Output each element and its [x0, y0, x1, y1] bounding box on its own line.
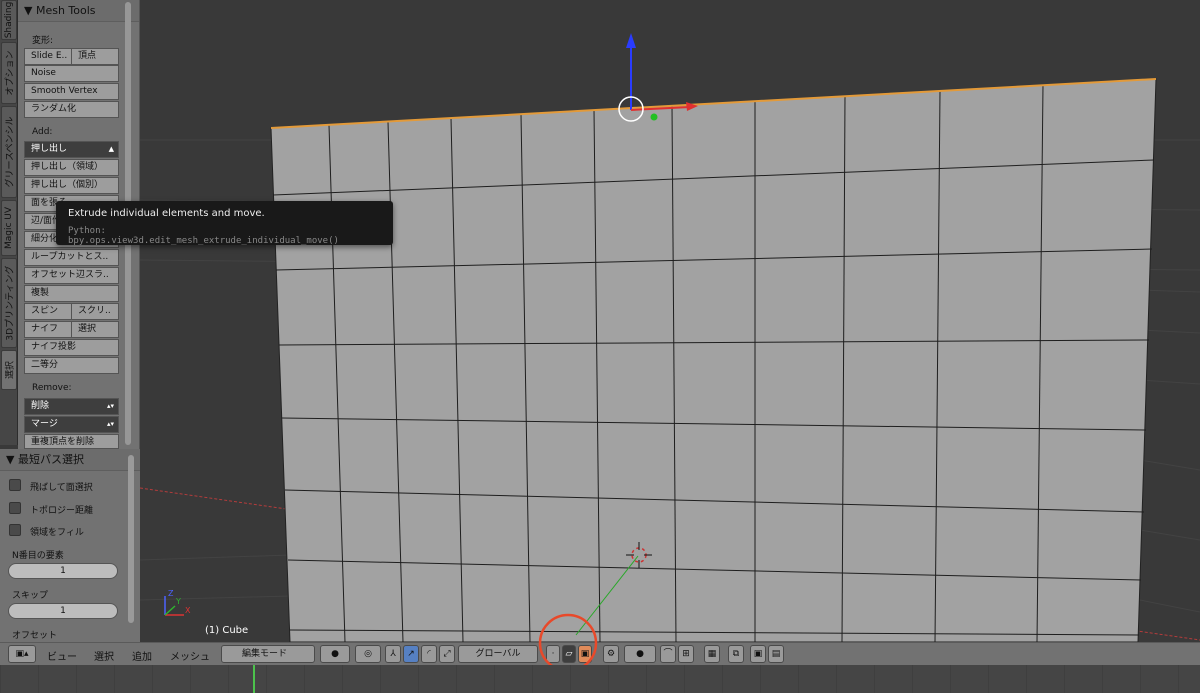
menu-view[interactable]: ビュー: [47, 648, 77, 663]
axis-z-label: Z: [168, 589, 174, 598]
duplicate-button[interactable]: 複製: [24, 285, 119, 302]
remove-doubles-button[interactable]: 重複頂点を削除: [24, 434, 119, 449]
orientation-label: グローバル: [475, 649, 521, 659]
timeline[interactable]: [0, 665, 1200, 693]
shortest-path-header[interactable]: ▼ 最短パス選択: [0, 449, 140, 471]
tab-label: 3Dプリンティング: [5, 265, 16, 341]
extrude-region-button[interactable]: 押し出し（領域）: [24, 159, 119, 176]
extrude-dropdown[interactable]: 押し出し ▲: [24, 141, 119, 158]
orientation-dropdown[interactable]: グローバル: [458, 645, 538, 663]
knife-project-button[interactable]: ナイフ投影: [24, 339, 119, 356]
rotate-icon[interactable]: ◜: [421, 645, 437, 663]
menu-mesh[interactable]: メッシュ: [170, 648, 210, 663]
extrude-label: 押し出し: [31, 144, 68, 154]
mode-label: 編集モード: [242, 649, 288, 659]
snap-toggle-icon[interactable]: ⌒: [660, 645, 676, 663]
topology-distance-label: トポロジー距離: [30, 506, 94, 516]
proportional-edit-dropdown[interactable]: ●: [624, 645, 656, 663]
offset-label: オフセット: [12, 631, 58, 641]
randomize-button[interactable]: ランダム化: [24, 101, 119, 118]
panel-title: 最短パス選択: [17, 453, 84, 466]
tab-label: グリースペンシル: [5, 116, 16, 188]
tooltip-description: Extrude individual elements and move.: [68, 208, 265, 219]
opengl-render-icon[interactable]: ⧉: [728, 645, 744, 663]
axis-x-label: X: [185, 606, 191, 615]
updown-arrow-icon: ▴▾: [106, 402, 114, 410]
tab-label: Shading: [4, 1, 14, 39]
snap-element-icon[interactable]: ⊞: [678, 645, 694, 663]
tooltip-python: Python: bpy.ops.view3d.edit_mesh_extrude…: [68, 226, 339, 246]
shortest-path-panel: ▼ 最短パス選択 飛ばして面選択 トポロジー距離 領域をフィル N番目の要素 1…: [0, 449, 140, 642]
skip-label: スキップ: [12, 591, 49, 601]
delete-dropdown[interactable]: 削除 ▴▾: [24, 398, 119, 415]
remove-label: Remove:: [32, 383, 72, 393]
scale-icon[interactable]: ⤢: [439, 645, 455, 663]
tab-label: Magic UV: [4, 206, 14, 250]
mesh-tools-header[interactable]: ▼ Mesh Tools: [18, 0, 139, 22]
tab-shading[interactable]: Shading: [1, 0, 17, 40]
slide-edge-button[interactable]: Slide E..: [24, 48, 72, 65]
occlude-geometry-icon[interactable]: ⚙: [603, 645, 619, 663]
translate-icon[interactable]: ↗: [403, 645, 419, 663]
tab-magic-uv[interactable]: Magic UV: [1, 200, 17, 256]
offset-edge-button[interactable]: オフセット辺スラ..: [24, 267, 119, 284]
skip-field[interactable]: 1: [8, 603, 118, 619]
tab-options[interactable]: オプション: [1, 42, 17, 104]
add-label: Add:: [32, 127, 53, 137]
render-animation-icon[interactable]: ▤: [768, 645, 784, 663]
tab-grease-pencil[interactable]: グリースペンシル: [1, 106, 17, 198]
smooth-vertex-button[interactable]: Smooth Vertex: [24, 83, 119, 100]
knife-select-button[interactable]: 選択: [71, 321, 119, 338]
loopcut-button[interactable]: ループカットとス..: [24, 249, 119, 266]
vertex-button[interactable]: 頂点: [71, 48, 119, 65]
tab-select[interactable]: 選択: [1, 350, 17, 390]
pivot-dropdown[interactable]: ◎: [355, 645, 381, 663]
3d-view-header: ▣▴ ビュー 選択 追加 メッシュ 編集モード ● ◎ ⅄ ↗ ◜ ⤢ グローバ…: [0, 613, 1200, 673]
fill-region-checkbox[interactable]: [9, 524, 21, 536]
manipulator-toggle-icon[interactable]: ⅄: [385, 645, 401, 663]
face-step-label: 飛ばして面選択: [30, 483, 93, 493]
3d-viewport[interactable]: Z X Y (1) Cube Shading オプション グリースペンシル Ma…: [0, 0, 1200, 642]
delete-label: 削除: [31, 401, 50, 411]
tab-label: 選択: [5, 360, 16, 380]
spin-button[interactable]: スピン: [24, 303, 72, 320]
menu-add[interactable]: 追加: [132, 648, 152, 663]
tooltip: Extrude individual elements and move. Py…: [56, 201, 393, 246]
nth-label: N番目の要素: [12, 551, 64, 561]
merge-label: マージ: [31, 419, 58, 429]
vertical-tab-bar: Shading オプション グリースペンシル Magic UV 3Dプリンティン…: [0, 0, 18, 445]
deform-label: 変形:: [32, 36, 54, 46]
topology-distance-checkbox[interactable]: [9, 502, 21, 514]
layer-icon[interactable]: ▦: [704, 645, 720, 663]
current-frame-marker[interactable]: [253, 665, 255, 693]
object-label: (1) Cube: [205, 625, 248, 636]
viewport-canvas[interactable]: Z X Y (1) Cube: [0, 0, 1200, 642]
tab-label: オプション: [5, 50, 16, 96]
panel-scrollbar[interactable]: [128, 455, 134, 623]
menu-select[interactable]: 選択: [94, 648, 114, 663]
tab-3d-printing[interactable]: 3Dプリンティング: [1, 258, 17, 348]
merge-dropdown[interactable]: マージ ▴▾: [24, 416, 119, 433]
updown-arrow-icon: ▴▾: [106, 420, 114, 428]
updown-arrow-icon: ▲: [108, 145, 114, 153]
editor-type-button[interactable]: ▣▴: [8, 645, 36, 663]
knife-button[interactable]: ナイフ: [24, 321, 72, 338]
mode-dropdown[interactable]: 編集モード: [221, 645, 315, 663]
mesh-plane: [270, 78, 1157, 642]
bisect-button[interactable]: 二等分: [24, 357, 119, 374]
panel-title: Mesh Tools: [35, 4, 96, 17]
noise-button[interactable]: Noise: [24, 65, 119, 82]
shading-dropdown[interactable]: ●: [320, 645, 350, 663]
screw-button[interactable]: スクリ..: [71, 303, 119, 320]
render-image-icon[interactable]: ▣: [750, 645, 766, 663]
face-step-checkbox[interactable]: [9, 479, 21, 491]
axis-y-label: Y: [175, 597, 181, 606]
fill-region-label: 領域をフィル: [30, 528, 84, 538]
extrude-individual-button[interactable]: 押し出し（個別）: [24, 177, 119, 194]
nth-field[interactable]: 1: [8, 563, 118, 579]
